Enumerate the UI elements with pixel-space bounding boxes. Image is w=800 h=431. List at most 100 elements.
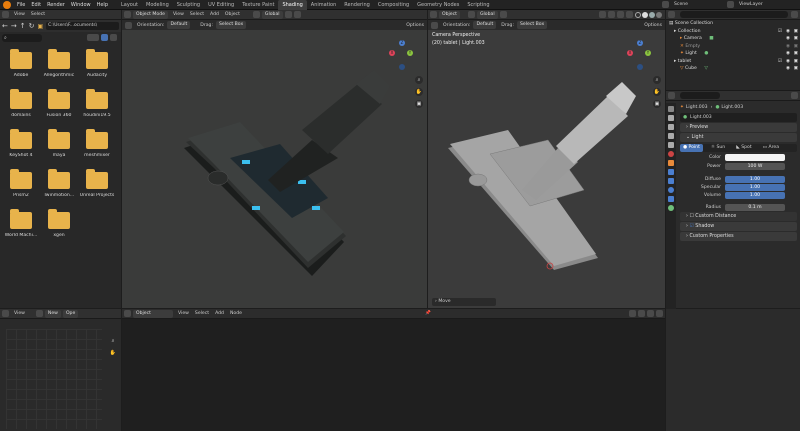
shader-type-selector[interactable]: Object (133, 309, 173, 318)
zoom-icon[interactable]: ⌕ (653, 76, 661, 84)
orientation-selector[interactable]: Default (473, 21, 497, 29)
tab-sun[interactable]: ☼ Sun (708, 144, 728, 152)
xray-icon[interactable] (626, 11, 633, 18)
shading-rendered-icon[interactable] (656, 11, 662, 18)
y-axis-handle[interactable]: Y (407, 50, 413, 56)
shading-wireframe-icon[interactable] (635, 11, 641, 18)
data-block-selector[interactable]: ● Light.003 (680, 113, 797, 122)
pin-icon[interactable]: 📌 (425, 311, 431, 316)
editor-type-icon[interactable] (668, 11, 675, 18)
menu-view[interactable]: View (14, 311, 25, 316)
folder-item[interactable]: KeyShot 4 (2, 129, 40, 158)
camera-toggle-icon[interactable]: ▣ (794, 28, 798, 36)
panel-light[interactable]: ⌄ Light (680, 133, 797, 142)
camera-toggle-icon[interactable]: ▣ (794, 35, 798, 43)
eye-icon[interactable]: ◉ (786, 65, 790, 73)
folder-item[interactable]: xgen (40, 209, 78, 238)
y-axis-handle[interactable]: Y (645, 50, 651, 56)
search-input[interactable]: ⌕ (2, 33, 42, 42)
visibility-icon[interactable] (599, 11, 606, 18)
tool-tab-icon[interactable] (668, 106, 674, 112)
overlay-icon[interactable] (617, 11, 624, 18)
tab-shading[interactable]: Shading (278, 0, 307, 10)
modifier-tab-icon[interactable] (668, 169, 674, 175)
tab-uv-editing[interactable]: UV Editing (204, 0, 238, 10)
neg-z-axis-handle[interactable] (637, 64, 643, 70)
zoom-icon[interactable]: ⌕ (109, 337, 117, 345)
outliner-row[interactable]: ▸ tablet ☑ ◉ ▣ (666, 58, 800, 66)
zoom-icon[interactable]: ⌕ (415, 76, 423, 84)
camera-toggle-icon[interactable]: ▣ (794, 43, 798, 51)
last-operator-panel[interactable]: › Move (432, 298, 496, 306)
folder-item[interactable]: meshmixer (78, 129, 116, 158)
checkbox-icon[interactable]: ☑ (778, 28, 782, 36)
render-tab-icon[interactable] (668, 115, 674, 121)
orientation-selector[interactable]: Default (167, 21, 191, 29)
shader-node-editor[interactable]: Object View Select Add Node 📌 (122, 309, 665, 431)
drag-selector[interactable]: Select Box (216, 21, 247, 29)
drag-selector[interactable]: Select Box (517, 21, 548, 29)
menu-help[interactable]: Help (94, 0, 111, 10)
overlay-icon[interactable] (638, 310, 645, 317)
outliner-row[interactable]: ▸ Camera ■ ◉ ▣ (666, 35, 800, 43)
tab-rendering[interactable]: Rendering (340, 0, 374, 10)
viewport-solid[interactable]: Object Global Orientation: Default Drag:… (428, 10, 665, 308)
shading-material-icon[interactable] (649, 11, 655, 18)
menu-node[interactable]: Node (230, 311, 242, 316)
editor-type-icon[interactable] (124, 11, 131, 18)
pin-icon[interactable] (791, 92, 798, 99)
snap-icon[interactable] (499, 11, 507, 18)
menu-file[interactable]: File (14, 0, 28, 10)
pan-hand-icon[interactable]: ✋ (109, 349, 117, 357)
view-layer-selector[interactable]: ViewLayer (739, 2, 797, 7)
snap-icon[interactable] (284, 11, 292, 18)
folder-item[interactable]: Unreal Projects (78, 169, 116, 198)
neg-z-axis-handle[interactable] (399, 64, 405, 70)
open-image-button[interactable]: Ope (62, 309, 79, 318)
folder-item[interactable]: Audacity (78, 49, 116, 78)
tab-area[interactable]: ▭ Area (760, 144, 782, 152)
forward-arrow-icon[interactable]: → (11, 22, 17, 30)
eye-icon[interactable]: ◉ (786, 43, 790, 51)
outliner-row[interactable]: ▸ Collection ☑ ◉ ▣ (666, 28, 800, 36)
panel-custom-distance[interactable]: › ☐ Custom Distance (680, 212, 797, 221)
camera-view-icon[interactable]: ▣ (415, 100, 423, 108)
refresh-icon[interactable]: ↻ (29, 22, 35, 30)
tab-animation[interactable]: Animation (307, 0, 341, 10)
new-folder-icon[interactable]: ▣ (38, 23, 44, 30)
folder-item[interactable]: Adobe (2, 49, 40, 78)
eye-icon[interactable]: ◉ (786, 50, 790, 58)
viewport-rendered[interactable]: Object Mode View Select Add Object Globa… (122, 10, 427, 308)
folder-item[interactable]: Twinmotion... (40, 169, 78, 198)
menu-add[interactable]: Add (215, 311, 224, 316)
blender-logo-icon[interactable] (3, 0, 11, 9)
tab-compositing[interactable]: Compositing (374, 0, 413, 10)
physics-tab-icon[interactable] (668, 187, 674, 193)
eye-icon[interactable]: ◉ (786, 28, 790, 36)
mode-selector[interactable]: Object (439, 10, 460, 19)
x-axis-handle[interactable]: X (627, 50, 633, 56)
sidebar-toggle-icon[interactable] (656, 310, 663, 317)
new-image-button[interactable]: New (44, 309, 61, 318)
menu-view[interactable]: View (14, 12, 25, 17)
options-button[interactable]: Options (644, 23, 662, 28)
image-browse-icon[interactable] (35, 310, 43, 317)
eye-icon[interactable]: ◉ (786, 58, 790, 66)
z-axis-handle[interactable]: Z (399, 40, 405, 46)
tab-spot[interactable]: ◣ Spot (733, 144, 754, 152)
outliner-row[interactable]: ✕ Empty ◉ ▣ (666, 43, 800, 51)
parent-dir-icon[interactable]: ↑ (20, 22, 26, 30)
outliner-scene-collection[interactable]: ▤ Scene Collection (666, 20, 800, 28)
outliner-row[interactable]: ▽ Cube ▽ ◉ ▣ (666, 65, 800, 73)
back-arrow-icon[interactable]: ← (2, 22, 8, 30)
tab-sculpting[interactable]: Sculpting (173, 0, 204, 10)
menu-window[interactable]: Window (68, 0, 94, 10)
constraints-tab-icon[interactable] (668, 196, 674, 202)
x-axis-handle[interactable]: X (389, 50, 395, 56)
editor-type-icon[interactable] (124, 310, 131, 317)
object-tab-icon[interactable] (668, 160, 674, 166)
volume-slider[interactable]: 1.00 (725, 192, 785, 199)
menu-render[interactable]: Render (44, 0, 68, 10)
path-field[interactable]: C:\Users\F...ocuments\ (46, 22, 119, 30)
menu-select[interactable]: Select (31, 12, 45, 17)
